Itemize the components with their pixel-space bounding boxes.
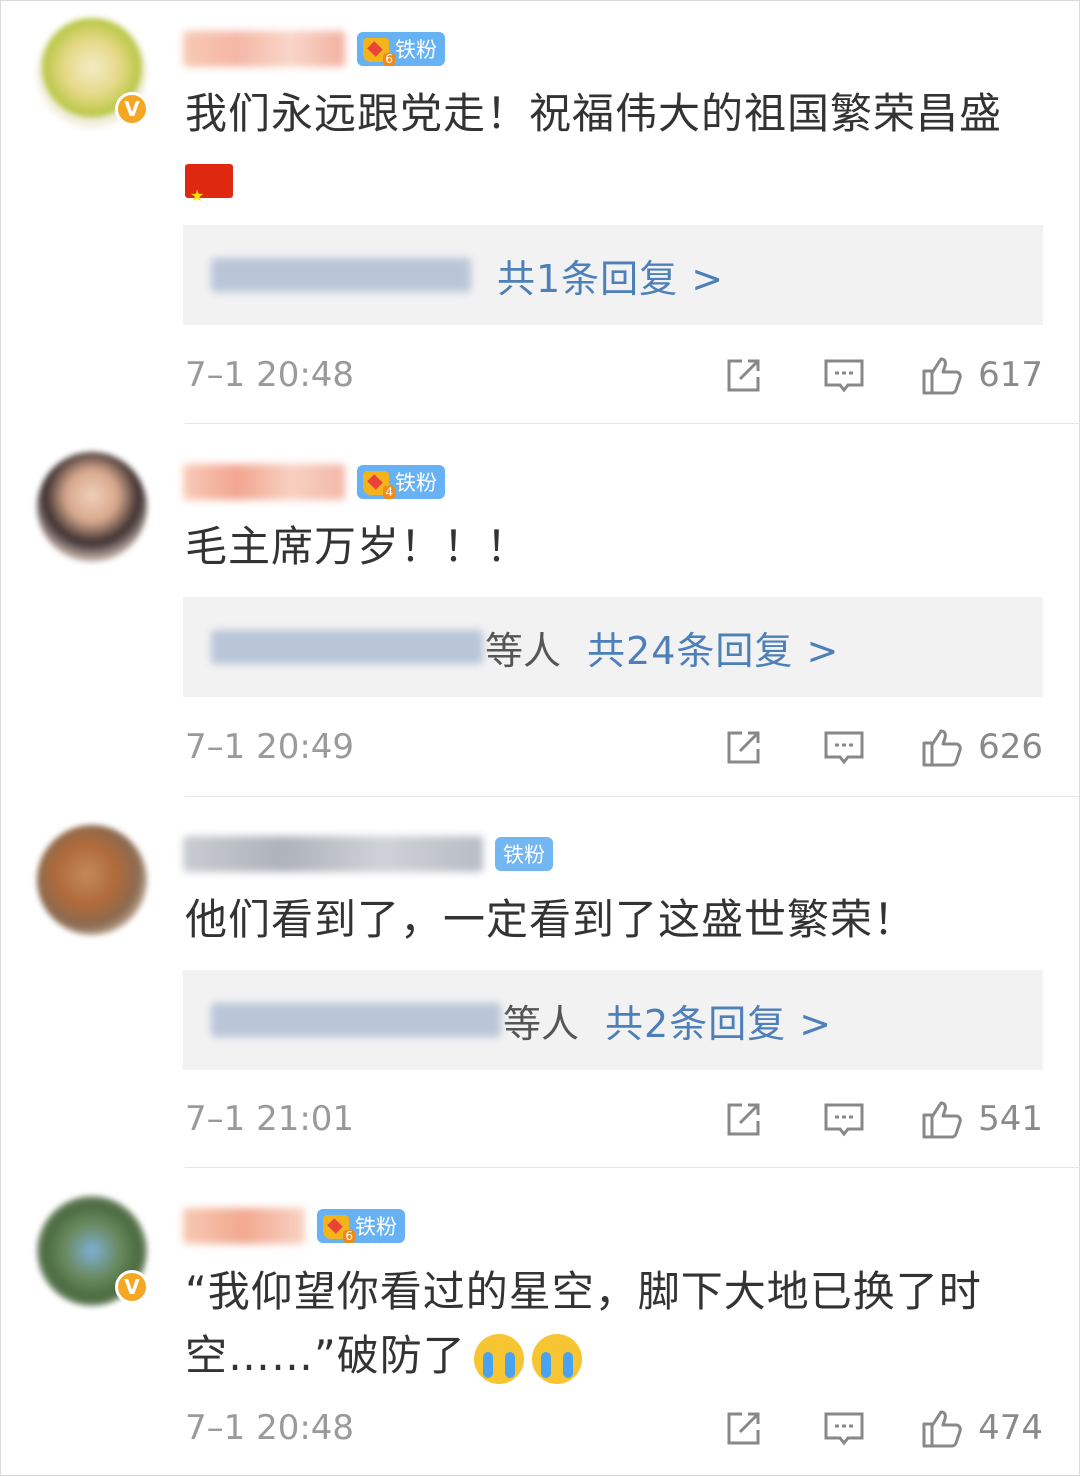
- username-row: 6 铁粉: [183, 27, 445, 71]
- avatar[interactable]: [37, 825, 147, 935]
- fan-badge: 6 铁粉: [357, 32, 445, 66]
- verified-v-icon: V: [115, 92, 149, 126]
- crown-icon: 6: [321, 1211, 355, 1243]
- view-replies-link[interactable]: 共24条回复 >: [587, 620, 839, 675]
- reply-usernames-blurred: [211, 258, 471, 292]
- comment-button[interactable]: [822, 353, 866, 397]
- share-icon: [727, 1103, 760, 1136]
- comment-text: 他们看到了，一定看到了这盛世繁荣！: [185, 895, 917, 944]
- like-icon: [922, 1101, 962, 1139]
- timestamp: 7–1 21:01: [185, 1099, 355, 1139]
- share-icon: [727, 731, 760, 764]
- fan-badge: 6 铁粉: [317, 1209, 405, 1243]
- avatar[interactable]: V: [37, 1196, 149, 1306]
- reply-suffix: 等人: [503, 1001, 580, 1046]
- verified-v-icon: V: [115, 1270, 149, 1304]
- fan-badge: 铁粉: [495, 837, 553, 871]
- like-count: 474: [978, 1408, 1043, 1448]
- avatar[interactable]: V: [37, 18, 149, 128]
- share-icon: [727, 1412, 760, 1445]
- view-replies-link[interactable]: 共1条回复 >: [497, 248, 724, 303]
- like-icon: [922, 1410, 962, 1448]
- timestamp: 7–1 20:49: [185, 727, 355, 767]
- china-flag-icon: [185, 163, 233, 228]
- comment-meta: 7–1 20:48 474: [185, 1403, 1043, 1453]
- fan-badge: 4 铁粉: [357, 465, 445, 499]
- comment-button[interactable]: [822, 1406, 866, 1450]
- comment-icon: [824, 359, 864, 393]
- username-row: 4 铁粉: [183, 460, 445, 504]
- reply-suffix: 等人: [485, 628, 562, 673]
- username-blurred[interactable]: [183, 836, 483, 872]
- timestamp: 7–1 20:48: [185, 355, 355, 395]
- username-row: 铁粉: [183, 832, 553, 876]
- like-count: 626: [978, 727, 1043, 767]
- reply-preview[interactable]: 等人 共24条回复 >: [183, 597, 1043, 697]
- like-button[interactable]: 617: [920, 353, 1043, 397]
- timestamp: 7–1 20:48: [185, 1408, 355, 1448]
- comment-meta: 7–1 20:49 626: [185, 722, 1043, 772]
- share-button[interactable]: [722, 353, 766, 397]
- divider: [185, 796, 1080, 797]
- comment-icon: [824, 1103, 864, 1137]
- like-button[interactable]: 626: [920, 725, 1043, 769]
- username-row: 6 铁粉: [183, 1204, 405, 1248]
- crying-face-icon: [531, 1333, 582, 1384]
- comment-button[interactable]: [822, 1097, 866, 1141]
- comment-icon: [824, 731, 864, 765]
- divider: [185, 1167, 1080, 1168]
- reply-preview[interactable]: 共1条回复 >: [183, 225, 1043, 325]
- like-count: 541: [978, 1099, 1043, 1139]
- like-icon: [922, 729, 962, 767]
- like-button[interactable]: 541: [920, 1097, 1043, 1141]
- comment-icon: [824, 1412, 864, 1446]
- comment-button[interactable]: [822, 725, 866, 769]
- reply-usernames-blurred: [211, 1003, 501, 1037]
- username-blurred[interactable]: [183, 1208, 305, 1244]
- like-count: 617: [978, 355, 1043, 395]
- username-blurred[interactable]: [183, 31, 345, 67]
- like-icon: [922, 357, 962, 395]
- avatar[interactable]: [37, 452, 147, 562]
- crying-face-icon: [473, 1333, 524, 1384]
- comment-text: 毛主席万岁！！！: [185, 522, 530, 571]
- comment-text: 我们永远跟党走！祝福伟大的祖国繁荣昌盛: [185, 82, 1045, 228]
- crown-icon: 6: [361, 34, 395, 66]
- comment-meta: 7–1 20:48 617: [185, 350, 1043, 400]
- username-blurred[interactable]: [183, 464, 345, 500]
- crown-icon: 4: [361, 467, 395, 499]
- view-replies-link[interactable]: 共2条回复 >: [605, 993, 832, 1048]
- comment-text: “我仰望你看过的星空，脚下大地已换了时 空……”破防了: [185, 1260, 1045, 1388]
- comment-meta: 7–1 21:01 541: [185, 1094, 1043, 1144]
- share-button[interactable]: [722, 725, 766, 769]
- reply-preview[interactable]: 等人 共2条回复 >: [183, 970, 1043, 1070]
- share-button[interactable]: [722, 1406, 766, 1450]
- share-button[interactable]: [722, 1097, 766, 1141]
- divider: [185, 423, 1080, 424]
- like-button[interactable]: 474: [920, 1406, 1043, 1450]
- reply-usernames-blurred: [211, 630, 483, 664]
- share-icon: [727, 359, 760, 392]
